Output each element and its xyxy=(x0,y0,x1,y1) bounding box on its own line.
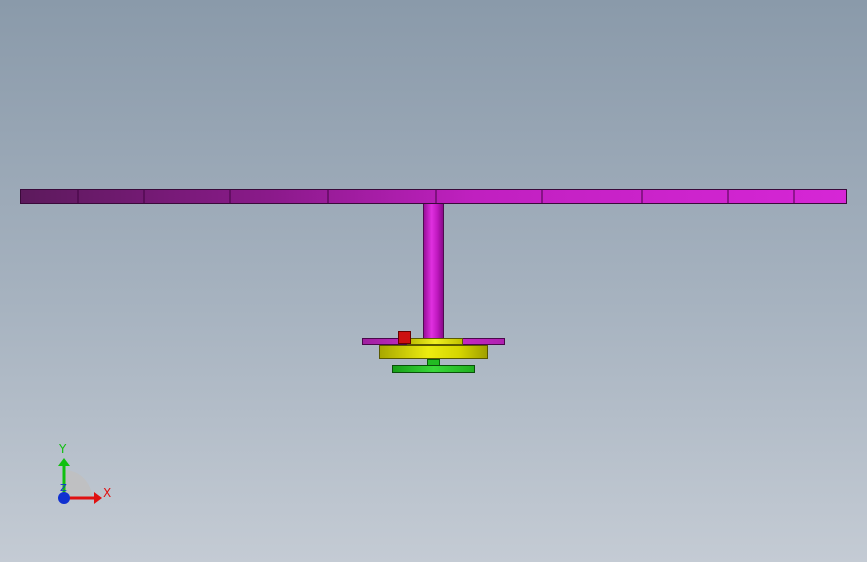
beam-segment-line xyxy=(435,190,437,203)
beam-segment-line xyxy=(143,190,145,203)
coordinate-triad: Y X Z xyxy=(40,440,130,520)
beam-segment-line xyxy=(641,190,643,203)
beam-segment-line xyxy=(793,190,795,203)
3d-viewport[interactable]: Y X Z xyxy=(0,0,867,562)
yellow-ring[interactable] xyxy=(407,338,463,345)
y-axis-label: Y xyxy=(59,442,67,456)
y-axis-arrow-icon xyxy=(58,458,70,466)
triad-graphic xyxy=(58,458,102,504)
red-block[interactable] xyxy=(398,331,411,344)
x-axis-label: X xyxy=(103,486,112,500)
yellow-disc[interactable] xyxy=(379,345,488,359)
beam-segment-line xyxy=(727,190,729,203)
green-base-plate[interactable] xyxy=(392,365,475,373)
x-axis-arrow-icon xyxy=(94,492,102,504)
horizontal-beam[interactable] xyxy=(20,189,847,204)
beam-segment-line xyxy=(327,190,329,203)
beam-segment-line xyxy=(229,190,231,203)
z-axis-label: Z xyxy=(60,483,67,494)
vertical-shaft[interactable] xyxy=(423,204,444,340)
beam-segment-line xyxy=(77,190,79,203)
beam-segment-line xyxy=(541,190,543,203)
